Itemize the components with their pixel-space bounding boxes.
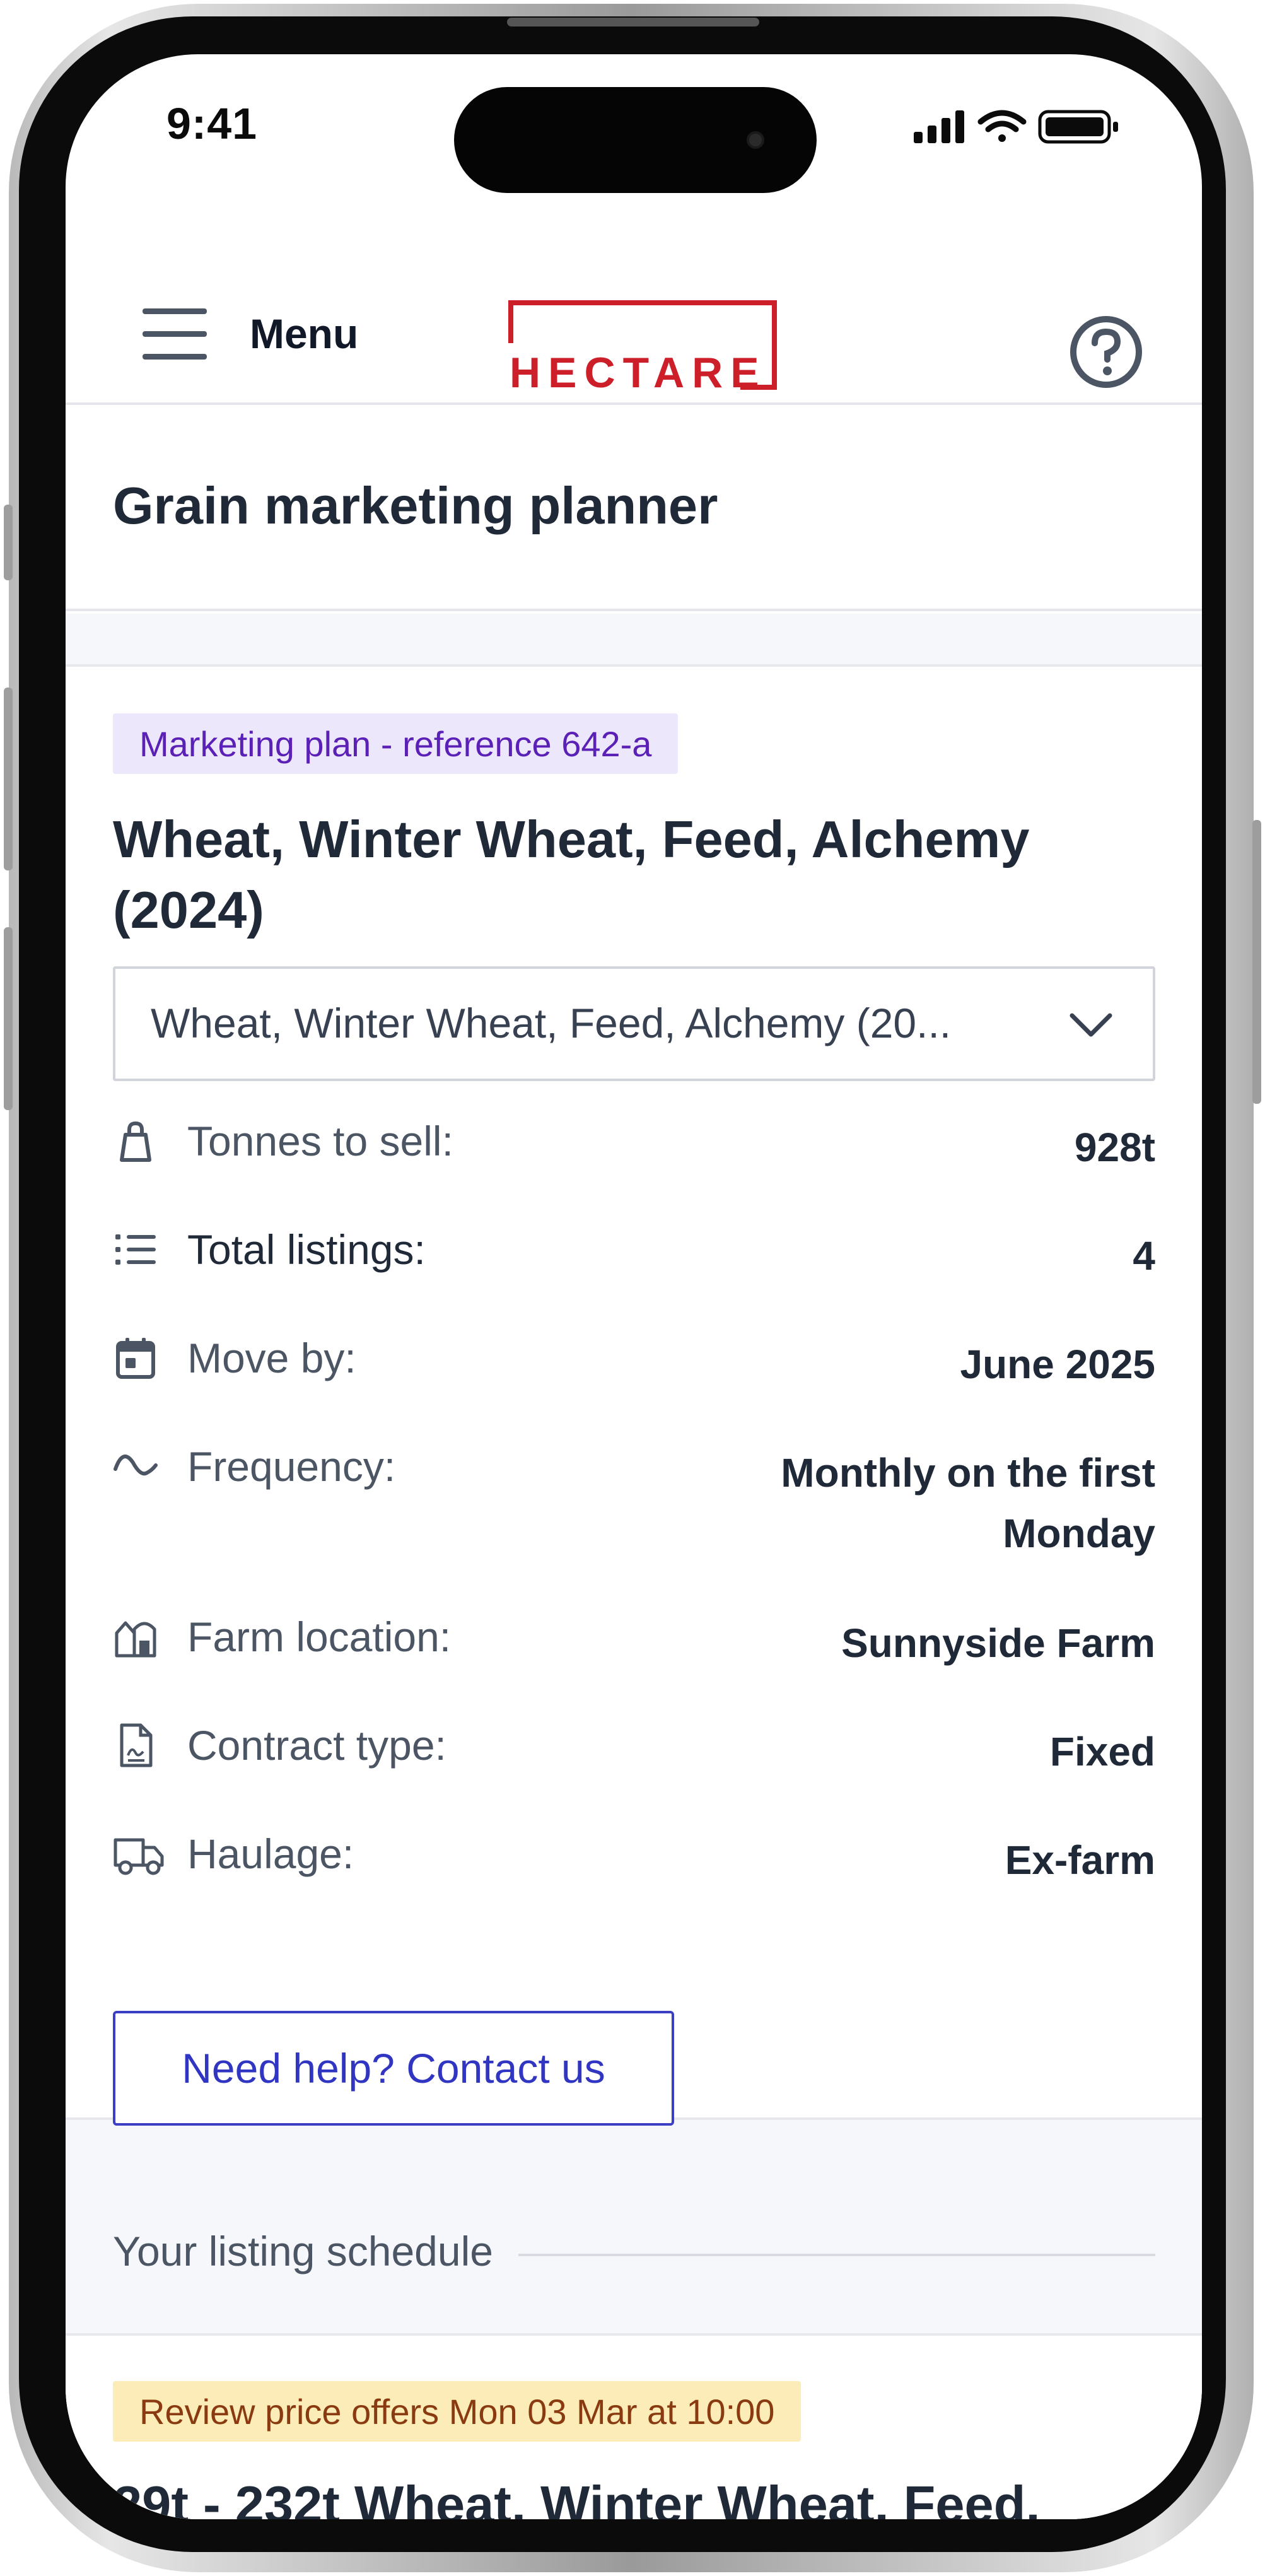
app-header: Menu HECTARE (66, 243, 1202, 405)
list-icon (115, 1234, 156, 1265)
hamburger-icon (143, 308, 207, 360)
truck-icon (114, 1838, 164, 1875)
side-button (4, 927, 13, 1110)
detail-row-contract-type: Contract type: Fixed (113, 1719, 1155, 1788)
detail-row-move-by: Move by: June 2025 (113, 1332, 1155, 1401)
signal-icon (914, 110, 964, 143)
hectare-logo[interactable]: HECTARE (507, 299, 778, 397)
farm-location-label: Farm location: (187, 1613, 452, 1660)
logo-text: HECTARE (510, 349, 767, 397)
status-bar: 9:41 (66, 54, 1202, 212)
farm-icon (115, 1621, 156, 1658)
detail-row-farm-location: Farm location: Sunnyside Farm (113, 1610, 1155, 1680)
status-time: 9:41 (166, 99, 258, 148)
bag-icon (120, 1121, 151, 1162)
plan-title: Wheat, Winter Wheat, Feed, Alchemy (2024… (113, 810, 1030, 939)
detail-row-haulage: Haulage: Ex-farm (113, 1827, 1155, 1897)
plan-select[interactable]: Wheat, Winter Wheat, Feed, Alchemy (20..… (113, 966, 1155, 1081)
contact-us-button[interactable]: Need help? Contact us (113, 2011, 674, 2126)
page-title-section: Grain marketing planner (66, 407, 1202, 611)
side-button (4, 688, 13, 870)
plan-reference-badge: Marketing plan - reference 642-a (113, 713, 679, 774)
camera-icon (747, 131, 764, 149)
contract-type-value: Fixed (1049, 1729, 1155, 1774)
status-icons (914, 110, 1118, 144)
frequency-value: Monthly on the first Monday (781, 1450, 1155, 1556)
chevron-down-icon (1070, 1013, 1112, 1037)
marketing-plan-card: Marketing plan - reference 642-a Wheat, … (66, 664, 1202, 2126)
listing-schedule-heading: Your listing schedule (113, 2227, 1155, 2284)
haulage-value: Ex-farm (1005, 1837, 1155, 1883)
frequency-label: Frequency: (187, 1443, 396, 1490)
move-by-value: June 2025 (960, 1342, 1155, 1387)
detail-row-frequency: Frequency: Monthly on the first Monday (113, 1440, 1155, 1566)
farm-location-value: Sunnyside Farm (841, 1620, 1155, 1666)
listings-label: Total listings: (187, 1226, 426, 1273)
plan-select-value: Wheat, Winter Wheat, Feed, Alchemy (20..… (151, 1000, 952, 1046)
listings-value: 4 (1133, 1233, 1155, 1279)
help-button[interactable] (1068, 314, 1144, 390)
listing-card[interactable]: Review price offers Mon 03 Mar at 10:00 … (66, 2333, 1202, 2519)
wave-icon (114, 1455, 158, 1476)
battery-icon (1038, 110, 1118, 144)
detail-row-listings: Total listings: 4 (113, 1223, 1155, 1292)
listing-title: 29t - 232t Wheat, Winter Wheat, Feed, Al… (113, 2475, 1041, 2519)
review-offers-badge: Review price offers Mon 03 Mar at 10:00 (113, 2381, 802, 2442)
tonnes-value: 928t (1074, 1125, 1155, 1170)
screen: 9:41 Menu HECTARE Grain marketing planne… (66, 54, 1202, 2519)
menu-label: Menu (250, 310, 359, 357)
wifi-icon (977, 110, 1027, 142)
haulage-label: Haulage: (187, 1830, 354, 1877)
detail-row-tonnes: Tonnes to sell: 928t (113, 1115, 1155, 1184)
move-by-label: Move by: (187, 1335, 356, 1381)
contract-type-label: Contract type: (187, 1722, 446, 1769)
top-speaker (507, 18, 759, 26)
menu-button[interactable]: Menu (140, 303, 358, 364)
page-title: Grain marketing planner (113, 476, 718, 535)
side-button (1252, 820, 1261, 1104)
schedule-heading-label: Your listing schedule (113, 2227, 518, 2275)
tonnes-label: Tonnes to sell: (187, 1118, 453, 1164)
calendar-icon (116, 1338, 155, 1379)
side-button (4, 505, 13, 580)
contract-icon (120, 1723, 153, 1767)
